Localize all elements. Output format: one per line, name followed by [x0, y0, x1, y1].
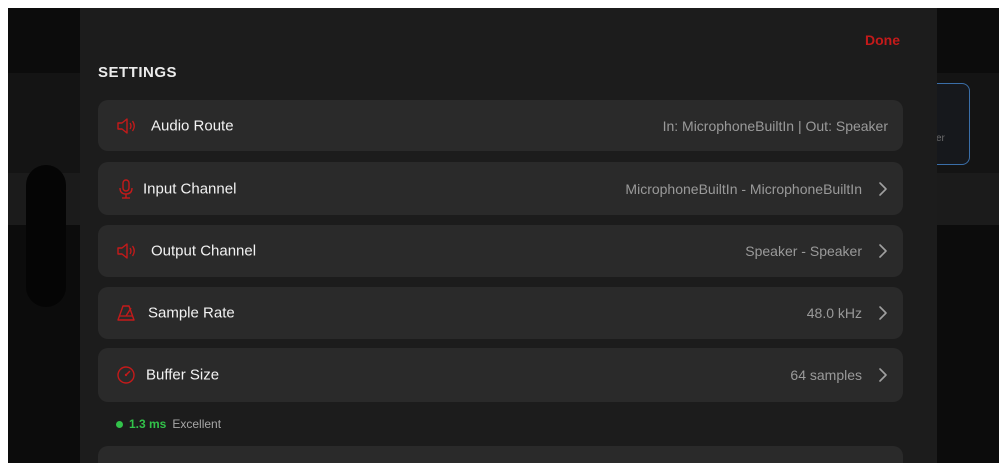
- microphone-icon: [116, 178, 136, 199]
- app-screen: er Done SETTINGS Audio Route In: Microph…: [8, 8, 999, 463]
- row-value: 64 samples: [790, 367, 862, 383]
- row-value: 48.0 kHz: [806, 305, 862, 321]
- row-label: Buffer Size: [146, 366, 220, 384]
- row-label: Output Channel: [151, 242, 257, 260]
- chevron-right-icon: [879, 306, 887, 320]
- page-title: SETTINGS: [98, 64, 178, 81]
- latency-value: 1.3 ms: [129, 417, 167, 431]
- done-button[interactable]: Done: [865, 32, 900, 48]
- gauge-icon: [116, 365, 136, 385]
- settings-sheet: Done SETTINGS Audio Route In: Microphone…: [80, 8, 937, 463]
- audio-route-row[interactable]: Audio Route In: MicrophoneBuiltIn | Out:…: [98, 100, 903, 151]
- output-channel-row[interactable]: Output Channel Speaker - Speaker: [98, 225, 903, 277]
- row-value: In: MicrophoneBuiltIn | Out: Speaker: [662, 117, 888, 134]
- status-dot-icon: [116, 420, 123, 428]
- next-settings-row[interactable]: [98, 446, 903, 463]
- speaker-icon: [116, 241, 136, 261]
- chevron-right-icon: [879, 181, 887, 196]
- row-value: MicrophoneBuiltIn - MicrophoneBuiltIn: [625, 180, 862, 197]
- row-label: Sample Rate: [148, 304, 235, 322]
- latency-quality: Excellent: [172, 417, 222, 431]
- chevron-right-icon: [879, 368, 887, 382]
- speaker-icon: [116, 116, 136, 136]
- latency-indicator: 1.3 ms Excellent: [116, 417, 221, 431]
- sample-rate-row[interactable]: Sample Rate 48.0 kHz: [98, 287, 903, 339]
- row-label: Input Channel: [143, 180, 237, 197]
- background-slider: [26, 165, 66, 307]
- row-label: Audio Route: [151, 117, 234, 134]
- chevron-right-icon: [879, 244, 887, 258]
- background-card-text: er: [936, 133, 945, 144]
- row-value: Speaker - Speaker: [745, 243, 862, 259]
- buffer-size-row[interactable]: Buffer Size 64 samples: [98, 348, 903, 402]
- input-channel-row[interactable]: Input Channel MicrophoneBuiltIn - Microp…: [98, 162, 903, 215]
- metronome-icon: [116, 303, 136, 323]
